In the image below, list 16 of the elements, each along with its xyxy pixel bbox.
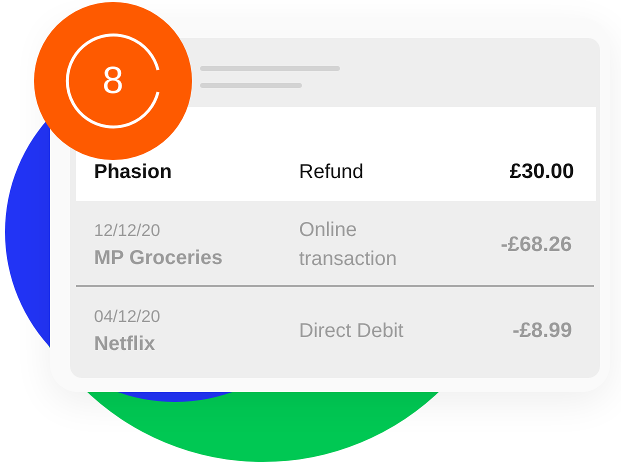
transaction-row[interactable]: 04/12/20 Netflix Direct Debit -£8.99 xyxy=(76,287,594,371)
merchant-name: Netflix xyxy=(94,332,156,356)
ring-icon xyxy=(65,33,161,129)
transaction-amount: -£8.99 xyxy=(512,319,572,343)
merchant-name: Phasion xyxy=(94,160,173,184)
transaction-type: Online transaction xyxy=(299,218,398,272)
transaction-row[interactable]: 12/12/20 MP Groceries Online transaction -£68.26 xyxy=(76,201,594,287)
transaction-date: 12/12/20 xyxy=(94,220,162,240)
transaction-type: Direct Debit xyxy=(299,318,404,344)
step-number: 8 xyxy=(102,60,124,102)
merchant-name: MP Groceries xyxy=(94,246,224,270)
transaction-amount: £30.00 xyxy=(510,160,574,184)
transaction-date: 04/12/20 xyxy=(94,306,162,326)
transaction-type: Refund xyxy=(299,160,364,184)
transaction-row[interactable]: Phasion Refund £30.00 xyxy=(76,107,596,201)
transaction-amount: -£68.26 xyxy=(500,233,572,257)
